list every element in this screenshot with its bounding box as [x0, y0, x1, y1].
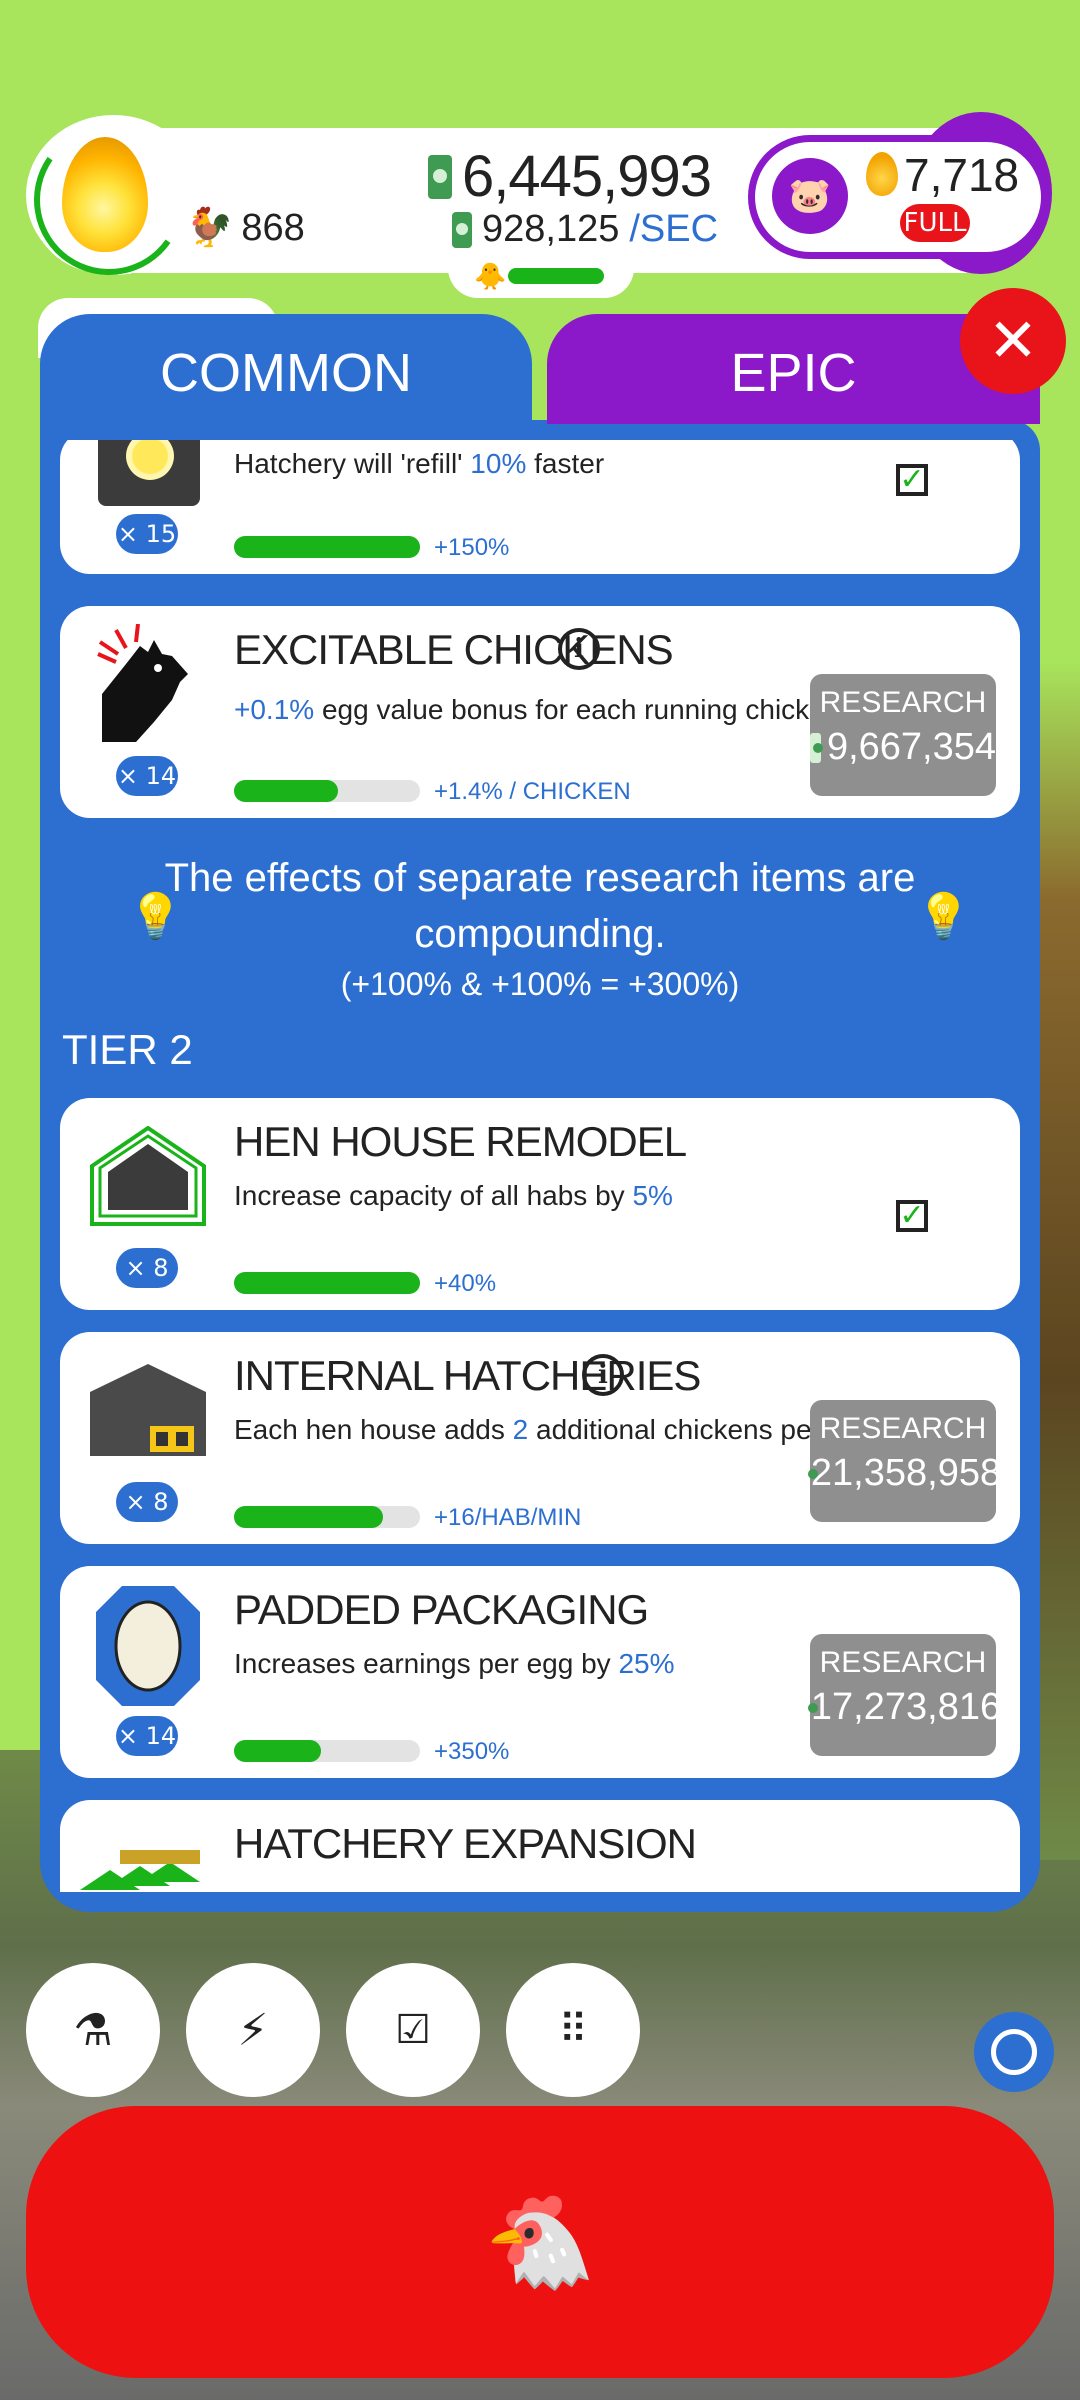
research-level: × 14: [116, 756, 178, 796]
research-progress: [234, 1740, 420, 1762]
tip-line-1: The effects of separate research items a…: [164, 856, 916, 900]
cash-icon: [428, 154, 452, 199]
rate-unit: /SEC: [629, 208, 719, 250]
gold-egg-icon: [866, 152, 898, 196]
research-card-hatchery-expansion: HATCHERY EXPANSION: [60, 1800, 1020, 1892]
research-bonus: +150%: [434, 534, 510, 561]
research-bonus: +1.4% / CHICKEN: [434, 778, 631, 805]
hatchery-icon: [98, 440, 200, 506]
chick-icon: 🐥: [474, 262, 507, 292]
research-button[interactable]: RESEARCH 9,667,354: [810, 674, 996, 796]
research-card-padded-packaging: PADDED PACKAGING Increases earnings per …: [60, 1566, 1020, 1778]
internal-hatchery-icon: [88, 1362, 208, 1458]
research-button-label: RESEARCH: [819, 686, 987, 719]
research-progress: [234, 1506, 420, 1528]
padded-packaging-icon: [96, 1586, 200, 1706]
research-desc: Hatchery will 'refill' 10% faster: [234, 448, 605, 479]
research-progress: [234, 780, 420, 802]
research-card-hatchery-refill: Hatchery will 'refill' 10% faster × 15 +…: [60, 440, 1020, 574]
research-bonus: +350%: [434, 1738, 510, 1765]
excited-chicken-icon: [96, 623, 202, 742]
hatchery-expansion-icon: [80, 1840, 210, 1892]
research-desc: Increases earnings per egg by 25%: [234, 1648, 675, 1679]
research-progress: [234, 536, 420, 558]
research-list[interactable]: Hatchery will 'refill' 10% faster × 15 +…: [60, 440, 1020, 1892]
missions-button[interactable]: ☑: [346, 1963, 480, 2097]
research-desc: +0.1% egg value bonus for each running c…: [234, 694, 841, 725]
info-icon[interactable]: i: [582, 1354, 624, 1396]
grid-menu-icon: ⠿: [558, 2007, 588, 2053]
close-icon: ✕: [987, 306, 1039, 376]
chicken-icon: 🐓: [186, 207, 234, 249]
rate-value: 928,125: [482, 208, 620, 250]
cash-icon: [452, 211, 472, 248]
ring-button[interactable]: [974, 2012, 1054, 2092]
research-price: 17,273,816: [810, 1686, 1002, 1728]
research-progress: [234, 1272, 420, 1294]
research-card-internal-hatcheries: INTERNAL HATCHERIES i Each hen house add…: [60, 1332, 1020, 1544]
completed-check-icon: ✓: [896, 464, 928, 496]
research-level: × 14: [116, 1716, 178, 1756]
piggy-full-badge: FULL: [900, 204, 970, 242]
research-level: × 15: [116, 514, 178, 554]
chicken-count-value: 868: [241, 206, 305, 249]
tip-line-3: (+100% & +100% = +300%): [340, 966, 740, 1002]
chicken-count: 🐓 868: [186, 206, 305, 250]
cash-icon: [810, 732, 823, 763]
research-button[interactable]: RESEARCH 17,273,816: [807, 1634, 1001, 1756]
research-button-label: RESEARCH: [819, 1412, 987, 1445]
tip-line-2: compounding.: [414, 912, 666, 956]
research-level: × 8: [116, 1482, 178, 1522]
money-display: 6,445,993: [428, 143, 712, 210]
completed-check-icon: ✓: [896, 1200, 928, 1232]
piggy-bank-icon[interactable]: 🐷: [772, 158, 848, 234]
menu-button[interactable]: ⠿: [506, 1963, 640, 2097]
research-card-hen-house-remodel: HEN HOUSE REMODEL Increase capacity of a…: [60, 1098, 1020, 1310]
research-card-excitable-chickens: EXCITABLE CHICKENS i +0.1% egg value bon…: [60, 606, 1020, 818]
tier-label: TIER 2: [62, 1026, 193, 1073]
research-price: 9,667,354: [826, 726, 996, 768]
close-button[interactable]: ✕: [960, 288, 1066, 394]
checklist-icon: ☑: [395, 2007, 431, 2053]
golden-egg-count: 7,718: [904, 149, 1020, 201]
circle-icon: [991, 2029, 1037, 2075]
lightning-icon: ⚡: [237, 2004, 269, 2056]
research-title: PADDED PACKAGING: [234, 1586, 649, 1633]
research-title: INTERNAL HATCHERIES: [234, 1352, 701, 1399]
research-button[interactable]: RESEARCH 21,358,958: [807, 1400, 1001, 1522]
research-bonus: +40%: [434, 1270, 497, 1297]
research-bonus: +16/HAB/MIN: [434, 1504, 582, 1531]
earning-rate: 928,125/SEC: [452, 208, 718, 251]
info-icon[interactable]: i: [558, 628, 600, 670]
research-price: 21,358,958: [810, 1452, 1002, 1494]
research-lab-button[interactable]: ⚗: [26, 1963, 160, 2097]
research-tip: The effects of separate research items a…: [60, 850, 1020, 1030]
farm-background-edge: [1040, 660, 1080, 1860]
hatchery-fill-bar: [508, 268, 604, 284]
hen-house-icon: [88, 1125, 208, 1226]
research-button-label: RESEARCH: [819, 1646, 987, 1679]
boosts-button[interactable]: ⚡: [186, 1963, 320, 2097]
research-title: EXCITABLE CHICKENS: [234, 626, 674, 673]
hatch-chicken-button[interactable]: 🐔: [26, 2106, 1054, 2378]
research-desc: Increase capacity of all habs by 5%: [234, 1180, 673, 1211]
research-title: HEN HOUSE REMODEL: [234, 1118, 687, 1165]
money-value: 6,445,993: [462, 144, 712, 209]
chicken-icon: 🐔: [483, 2189, 597, 2295]
research-title: HATCHERY EXPANSION: [234, 1820, 697, 1867]
research-level: × 8: [116, 1248, 178, 1288]
flask-icon: ⚗: [73, 2004, 113, 2056]
